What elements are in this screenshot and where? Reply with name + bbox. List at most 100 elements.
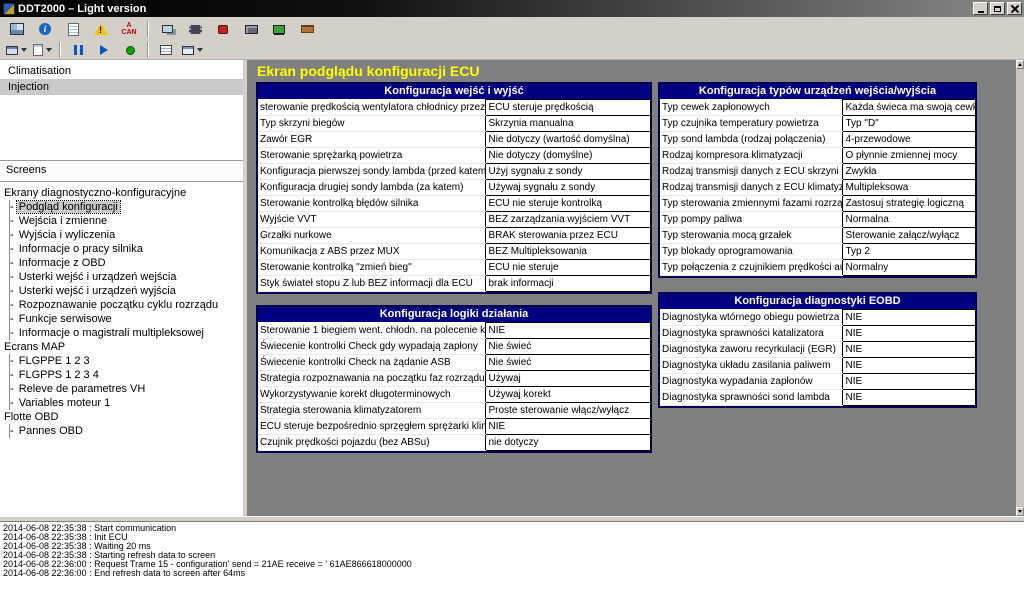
report-button[interactable]	[60, 19, 86, 40]
pause-button[interactable]	[66, 42, 90, 58]
config-value[interactable]: Używaj	[485, 371, 650, 387]
config-label: Strategia sterowania klimatyzatorem	[258, 403, 485, 419]
connector-button[interactable]	[210, 19, 236, 40]
tree-item[interactable]: Informacje o pracy silnika	[10, 242, 243, 256]
config-value[interactable]: Używaj sygnału z sondy	[485, 180, 650, 196]
config-value[interactable]: Multipleksowa	[842, 180, 975, 196]
tree-group-label[interactable]: Flotte OBD	[4, 410, 243, 424]
ecu-chip-icon	[189, 25, 202, 34]
config-label: Sterowanie kontrolką "zmień bieg"	[258, 260, 485, 276]
config-label: Komunikacja z ABS przez MUX	[258, 244, 485, 260]
config-table: Typ cewek zapłonowychKażda świeca ma swo…	[660, 99, 976, 276]
info-button[interactable]	[32, 19, 58, 40]
play-button[interactable]	[92, 42, 116, 58]
config-value[interactable]: Typ 2	[842, 244, 975, 260]
tree-item[interactable]: Wejścia i zmienne	[10, 214, 243, 228]
config-value[interactable]: NIE	[842, 342, 975, 358]
config-value[interactable]: Nie dotyczy (domyślne)	[485, 148, 650, 164]
toolbox-button[interactable]	[294, 19, 320, 40]
config-value[interactable]: Proste sterowanie włącz/wyłącz	[485, 403, 650, 419]
config-value[interactable]: BEZ Multipleksowania	[485, 244, 650, 260]
tree-item[interactable]: Releve de parametres VH	[10, 382, 243, 396]
tree-group-label[interactable]: Ecrans MAP	[4, 340, 243, 354]
open-screen-button[interactable]	[4, 42, 28, 58]
config-value[interactable]: BRAK sterowania przez ECU	[485, 228, 650, 244]
config-row: Typ blokady oprogramowaniaTyp 2	[660, 244, 975, 260]
config-value[interactable]: Nie świeć	[485, 339, 650, 355]
open-screen-icon	[6, 46, 18, 55]
window-select-icon	[182, 46, 194, 55]
tree-item[interactable]: Usterki wejść i urządzeń wyjścia	[10, 284, 243, 298]
tree-item[interactable]: FLGPPE 1 2 3	[10, 354, 243, 368]
config-value[interactable]: Użyj sygnału z sondy	[485, 164, 650, 180]
tree-item[interactable]: Wyjścia i wyliczenia	[10, 228, 243, 242]
config-value[interactable]: ECU nie steruje kontrolką	[485, 196, 650, 212]
monitor-live-button[interactable]	[266, 19, 292, 40]
close-button[interactable]	[1007, 2, 1022, 15]
config-value[interactable]: NIE	[485, 419, 650, 435]
config-label: Sterowanie sprężarką powietrza	[258, 148, 485, 164]
config-value[interactable]: Używaj korekt	[485, 387, 650, 403]
config-value[interactable]: Normalny	[842, 260, 975, 276]
tree-item[interactable]: Rozpoznawanie początku cyklu rozrządu	[10, 298, 243, 312]
tree-item[interactable]: Pannes OBD	[10, 424, 243, 438]
titlebar[interactable]: DDT2000 – Light version	[0, 0, 1024, 17]
config-value[interactable]: nie dotyczy	[485, 435, 650, 451]
tree-item-label: FLGPPE 1 2 3	[17, 355, 92, 367]
grid-view-button[interactable]	[154, 42, 178, 58]
tree-item[interactable]: FLGPPS 1 2 3 4	[10, 368, 243, 382]
open-doc-button[interactable]	[30, 42, 54, 58]
tree-item[interactable]: Usterki wejść i urządzeń wejścia	[10, 270, 243, 284]
config-label: sterowanie prędkością wentylatora chłodn…	[258, 100, 485, 116]
config-value[interactable]: NIE	[842, 358, 975, 374]
tree-item[interactable]: Funkcje serwisowe	[10, 312, 243, 326]
config-value[interactable]: Zwykła	[842, 164, 975, 180]
ecu-chip-button[interactable]	[182, 19, 208, 40]
record-button[interactable]	[118, 42, 142, 58]
config-label: Czujnik prędkości pojazdu (bez ABSu)	[258, 435, 485, 451]
vertical-scrollbar[interactable]	[1016, 60, 1024, 516]
tree-item[interactable]: Informacje z OBD	[10, 256, 243, 270]
config-value[interactable]: ECU steruje prędkością	[485, 100, 650, 116]
dual-monitor-button[interactable]	[154, 19, 180, 40]
tree-item-label: Podgląd konfiguracji	[17, 201, 120, 213]
config-value[interactable]: Nie świeć	[485, 355, 650, 371]
tree-item[interactable]: Informacje o magistrali multipleksowej	[10, 326, 243, 340]
config-value[interactable]: NIE	[842, 310, 975, 326]
tree-group-label[interactable]: Ekrany diagnostyczno-konfiguracyjne	[4, 186, 243, 200]
tree-item[interactable]: Podgląd konfiguracji	[10, 200, 243, 214]
systems-grid-button[interactable]	[4, 19, 30, 40]
config-value[interactable]: NIE	[842, 390, 975, 406]
toolbar-separator	[59, 42, 61, 58]
config-value[interactable]: BEZ zarządzania wyjściem VVT	[485, 212, 650, 228]
window-select-button[interactable]	[180, 42, 204, 58]
config-value[interactable]: Typ "D"	[842, 116, 975, 132]
config-value[interactable]: Normalna	[842, 212, 975, 228]
config-value[interactable]: brak informacji	[485, 276, 650, 292]
tree-item[interactable]: Variables moteur 1	[10, 396, 243, 410]
config-value[interactable]: 4-przewodowe	[842, 132, 975, 148]
pause-icon	[74, 45, 83, 55]
config-value[interactable]: Nie dotyczy (wartość domyślna)	[485, 132, 650, 148]
minimize-button[interactable]	[973, 2, 988, 15]
scroll-up-icon[interactable]	[1016, 60, 1024, 69]
config-value[interactable]: Zastosuj strategię logiczną	[842, 196, 975, 212]
can-bus-button[interactable]	[116, 19, 142, 40]
system-item[interactable]: Injection	[0, 79, 243, 95]
config-value[interactable]: O płynnie zmiennej mocy	[842, 148, 975, 164]
warning-icon	[94, 23, 108, 35]
config-value[interactable]: NIE	[842, 374, 975, 390]
config-label: Diagnostyka zaworu recyrkulacji (EGR)	[660, 342, 842, 358]
warning-button[interactable]	[88, 19, 114, 40]
config-value[interactable]: Sterowanie załącz/wyłącz	[842, 228, 975, 244]
config-value[interactable]: Skrzynia manualna	[485, 116, 650, 132]
config-value[interactable]: ECU nie steruje	[485, 260, 650, 276]
system-item[interactable]: Climatisation	[0, 63, 243, 79]
record-icon	[126, 46, 135, 55]
scroll-down-icon[interactable]	[1016, 507, 1024, 516]
maximize-button[interactable]	[990, 2, 1005, 15]
config-value[interactable]: NIE	[842, 326, 975, 342]
module-button[interactable]	[238, 19, 264, 40]
config-value[interactable]: NIE	[485, 323, 650, 339]
config-value[interactable]: Każda świeca ma swoją cewkę	[842, 100, 975, 116]
